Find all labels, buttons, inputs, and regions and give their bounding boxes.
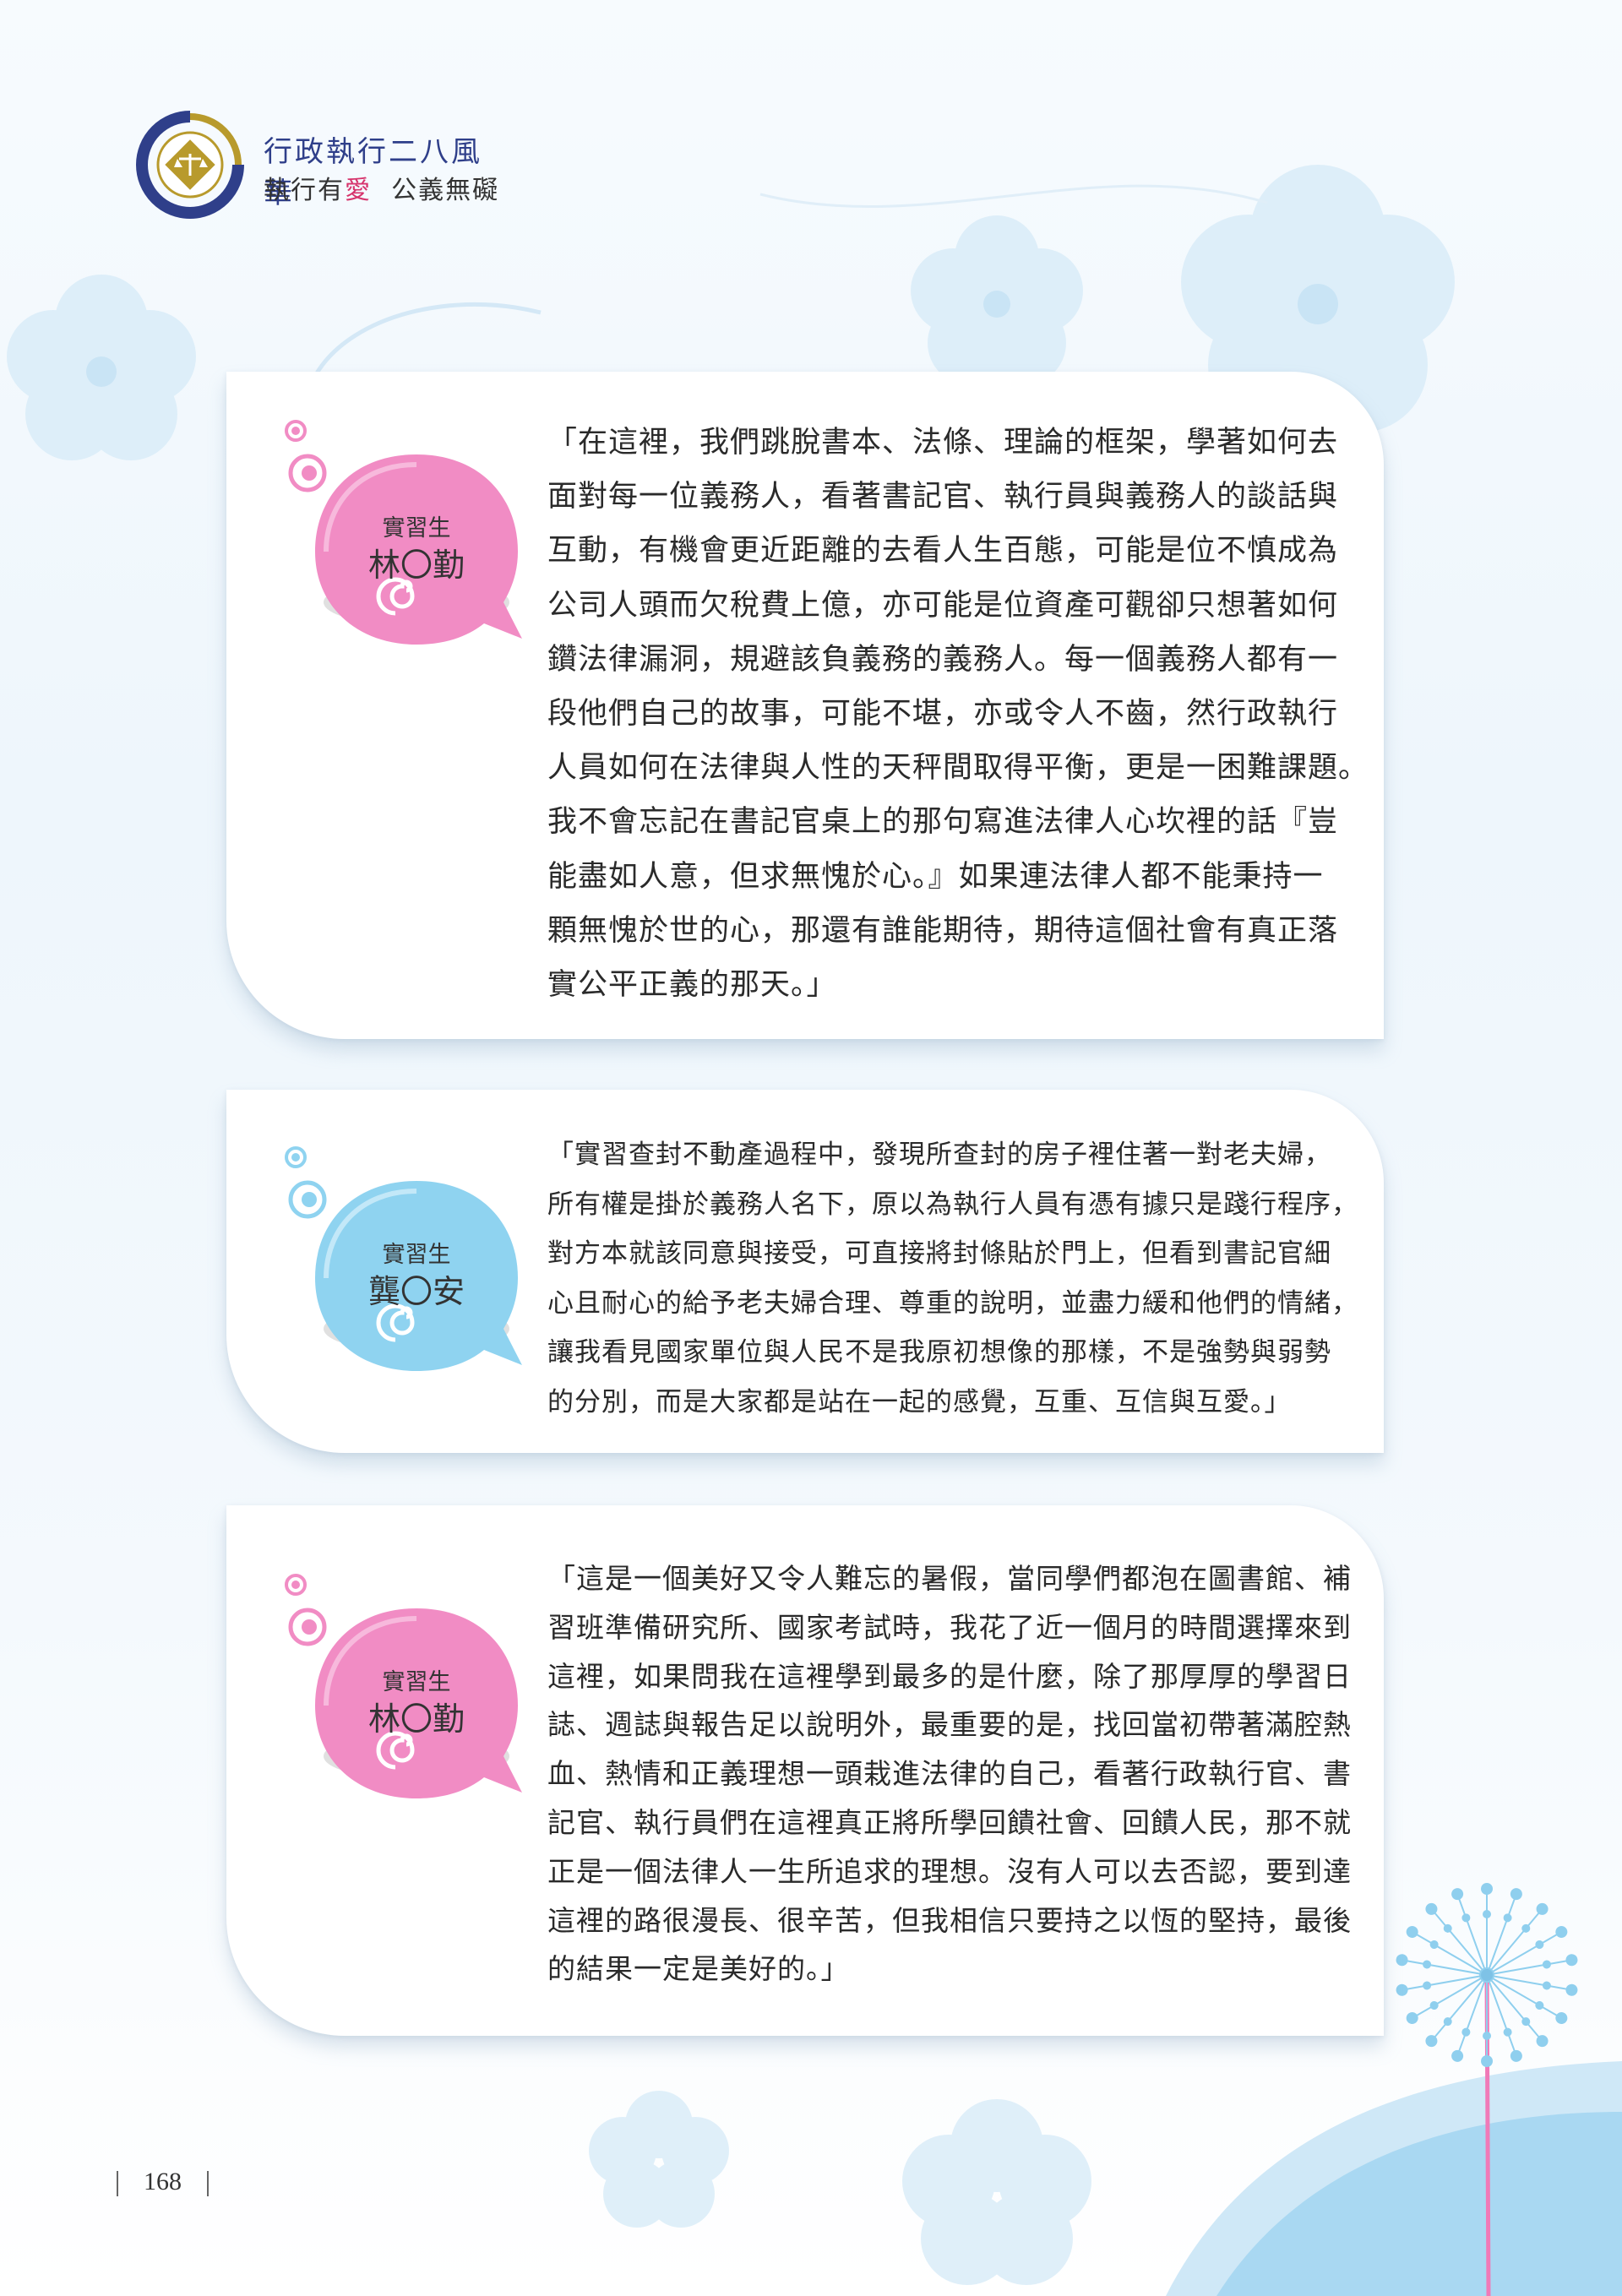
scales-emblem-icon xyxy=(136,111,244,219)
bubble-person-name: 龔〇安 xyxy=(367,1273,465,1310)
speech-bubble: 實習生 林〇勤 xyxy=(277,412,522,657)
bubble-person-name: 林〇勤 xyxy=(367,547,465,584)
quote-line: 所有權是掛於義務人名下，原以為執行人員有憑有據只是踐行程序， xyxy=(547,1189,1358,1220)
quote-line: 段他們自己的故事，可能不堪，亦或令人不齒，然行政執行 xyxy=(547,697,1339,732)
flower-icon xyxy=(902,2099,1091,2285)
quote-line: 習班準備研究所、國家考試時，我花了近一個月的時間選擇來到 xyxy=(547,1610,1352,1644)
swirl-line xyxy=(759,184,1268,208)
quote-line: 「這是一個美好又令人難忘的暑假，當同學們都泡在圖書館、補 xyxy=(547,1562,1352,1595)
slogan-accent: 愛 xyxy=(345,176,372,205)
page-footer: 168 xyxy=(91,2168,234,2197)
quote-line: 記官、執行員們在這裡真正將所學回饋社會、回饋人民，那不就 xyxy=(547,1805,1352,1839)
page-number: 168 xyxy=(144,2168,182,2195)
quote-line: 這裡，如果問我在這裡學到最多的是什麼，除了那厚厚的學習日 xyxy=(547,1659,1352,1693)
speech-bubble: 實習生 林〇勤 xyxy=(277,1566,522,1811)
footer-divider xyxy=(117,2171,118,2197)
quote-line: 我不會忘記在書記官桌上的那句寫進法律人心坎裡的話『豈 xyxy=(547,805,1339,840)
quote-line: 心且耐心的給予老夫婦合理、尊重的說明，並盡力緩和他們的情緒， xyxy=(547,1287,1358,1319)
quote-line: 「在這裡，我們跳脫書本、法條、理論的框架，學著如何去 xyxy=(547,426,1339,460)
testimonial-card: 實習生 龔〇安 「實習查封不動產過程中，發現所查封的房子裡住著一對老夫婦， 所有權… xyxy=(226,1090,1384,1453)
dandelion-stem xyxy=(1484,1974,1491,2296)
footer-divider xyxy=(207,2171,209,2197)
slogan-part: 公義無礙 xyxy=(372,176,500,205)
quote-line: 「實習查封不動產過程中，發現所查封的房子裡住著一對老夫婦， xyxy=(547,1140,1331,1170)
quote-line: 讓我看見國家單位與人民不是我原初想像的那樣，不是強勢與弱勢 xyxy=(547,1337,1331,1368)
bubble-role-label: 實習生 xyxy=(382,1242,451,1268)
testimonial-card: 實習生 林〇勤 「這是一個美好又令人難忘的暑假，當同學們都泡在圖書館、補 習班準備… xyxy=(226,1505,1384,2036)
logo-slogan: 執行有愛 公義無礙 xyxy=(264,169,499,206)
testimonial-card: 實習生 林〇勤 「在這裡，我們跳脫書本、法條、理論的框架，學著如何去 面對每一位義… xyxy=(226,372,1384,1039)
quote-line: 誌、週誌與報告足以說明外，最重要的是，找回當初帶著滿腔熱 xyxy=(547,1708,1352,1742)
dandelion-icon xyxy=(1395,1883,1579,2067)
quote-line: 的結果一定是美好的。」 xyxy=(547,1952,850,1986)
quote-line: 互動，有機會更近距離的去看人生百態，可能是位不慎成為 xyxy=(547,534,1339,569)
quote-line: 面對每一位義務人，看著書記官、執行員與義務人的談話與 xyxy=(547,480,1339,514)
slogan-part: 執行有 xyxy=(264,176,345,205)
quote-line: 的分別，而是大家都是站在一起的感覺，互重、互信與互愛。」 xyxy=(547,1386,1292,1417)
quote-line: 血、熱情和正義理想一頭栽進法律的自己，看著行政執行官、書 xyxy=(547,1757,1352,1791)
bubble-role-label: 實習生 xyxy=(382,515,451,541)
flower-icon xyxy=(589,2091,729,2228)
testimonial-quote: 「這是一個美好又令人難忘的暑假，當同學們都泡在圖書館、補 習班準備研究所、國家考試… xyxy=(547,1554,1358,1994)
quote-line: 鑽法律漏洞，規避該負義務的義務人。每一個義務人都有一 xyxy=(547,642,1339,677)
quote-line: 顆無愧於世的心，那還有誰能期待，期待這個社會有真正落 xyxy=(547,913,1339,948)
bubble-role-label: 實習生 xyxy=(382,1669,451,1695)
quote-line: 公司人頭而欠稅費上億，亦可能是位資產可觀卻只想著如何 xyxy=(547,588,1339,623)
header-logo: 行政執行二八風華 執行有愛 公義無礙 xyxy=(135,110,507,220)
quote-line: 實公平正義的那天。」 xyxy=(547,968,837,1003)
blue-wave xyxy=(1166,2061,1622,2296)
quote-line: 能盡如人意，但求無愧於心。』如果連法律人都不能秉持一 xyxy=(547,859,1324,894)
blue-wave xyxy=(1216,2112,1622,2296)
quote-line: 正是一個法律人一生所追求的理想。沒有人可以去否認，要到達 xyxy=(547,1854,1352,1888)
bubble-person-name: 林〇勤 xyxy=(367,1700,465,1738)
testimonial-quote: 「實習查封不動產過程中，發現所查封的房子裡住著一對老夫婦， 所有權是掛於義務人名下… xyxy=(547,1130,1358,1428)
testimonial-quote: 「在這裡，我們跳脫書本、法條、理論的框架，學著如何去 面對每一位義務人，看著書記官… xyxy=(547,416,1369,1012)
quote-line: 對方本就該同意與接受，可直接將封條貼於門上，但看到書記官細 xyxy=(547,1238,1331,1270)
quote-line: 這裡的路很漫長、很辛苦，但我相信只要持之以恆的堅持，最後 xyxy=(547,1903,1352,1937)
flower-icon xyxy=(911,215,1083,385)
speech-bubble: 實習生 龔〇安 xyxy=(277,1139,522,1384)
flower-icon xyxy=(7,275,196,460)
quote-line: 人員如何在法律與人性的天秤間取得平衡，更是一困難課題。 xyxy=(547,751,1369,786)
